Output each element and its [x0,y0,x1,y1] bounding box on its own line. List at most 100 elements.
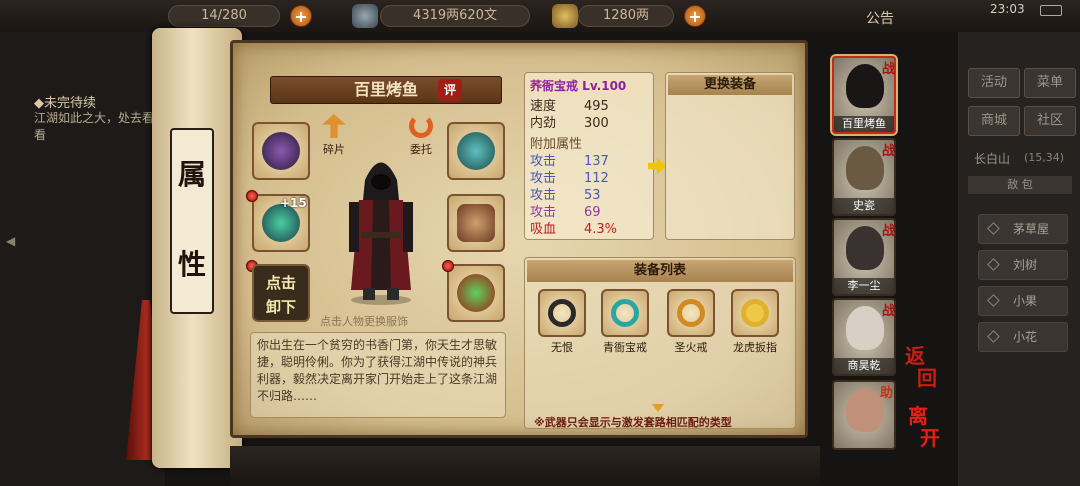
npc-list-item[interactable]: 小果 [978,286,1068,316]
unequip-button[interactable]: 点击 卸下 [252,264,310,322]
extra-attr-title: 附加属性 [530,137,583,152]
fire-ring-icon [677,299,705,327]
weapon-type-note: ※武器只会显示与激发套路相匹配的类型 [534,416,732,429]
attribute-scroll-label: 属 性 [170,128,214,314]
stat-key: 速度 [530,99,557,114]
evaluate-button[interactable]: 评 [438,79,462,101]
stamina-counter: 14/280 [168,5,280,27]
stat-value: 53 [584,188,601,203]
npc-name: 小花 [1013,330,1038,344]
location-coords: (15,34) [1024,151,1065,164]
assist-tag: 助 [880,386,894,401]
equipment-item[interactable] [731,289,779,337]
character-name: 百里烤鱼 [270,76,502,104]
equipment-item[interactable] [601,289,649,337]
stat-value: 112 [584,171,609,186]
stat-row: 攻击 69 [530,204,601,221]
change-outfit-hint: 点击人物更换服饰 [320,315,408,328]
leave-button[interactable]: 离 开 [908,405,940,449]
notice-button[interactable]: 公告 [866,8,894,28]
tab-nearby[interactable]: 敌 包 [968,176,1072,194]
return-label-2: 回 [917,366,937,390]
add-gold-button[interactable]: + [684,5,706,27]
equipment-item[interactable] [538,289,586,337]
change-equipment-panel [665,72,795,240]
item-name: 荞衙宝戒 Lv.100 [527,76,651,96]
stat-key: 攻击 [530,154,557,169]
collapse-arrow-icon[interactable]: ◀ [6,234,15,248]
stat-row: 攻击 112 [530,170,609,187]
return-button[interactable]: 返 回 [905,345,937,389]
scroll-label-char-1: 属 [177,158,206,191]
quest-text: 江湖如此之大，处去看看 [34,111,155,142]
weapon-slot[interactable] [252,122,310,180]
avatar [846,226,884,270]
return-label-1: 返 [905,344,925,368]
avatar [846,146,884,190]
npc-list-item[interactable]: 茅草屋 [978,214,1068,244]
silver-icon [352,4,378,28]
equipment-item-name: 青衙宝戒 [603,341,647,354]
hat-slot[interactable] [447,122,505,180]
avatar [846,64,884,108]
community-button[interactable]: 社区 [1024,106,1076,136]
party-member-name: 百里烤鱼 [834,116,894,132]
stat-value: 495 [584,99,609,114]
add-stamina-button[interactable]: + [290,5,312,27]
silver-counter: 4319两620文 [380,5,530,27]
delegate-icon[interactable] [409,114,433,138]
npc-list-item[interactable]: 小花 [978,322,1068,352]
battle-tag: 战 [882,62,896,77]
stat-key: 攻击 [530,171,557,186]
stat-row: 吸血 4.3% [530,221,617,238]
change-equipment-title: 更换装备 [668,75,792,95]
activity-button[interactable]: 活动 [968,68,1020,98]
character-figure[interactable] [335,140,427,305]
unequip-label-1: 点击 [265,274,296,292]
gold-counter: 1280两 [578,5,674,27]
thumb-ring-icon [741,299,769,327]
avatar [846,388,884,432]
diamond-icon [987,330,1000,343]
location-name: 长白山 [974,152,1011,166]
armor-slot[interactable] [447,194,505,252]
unequip-label-2: 卸下 [265,298,296,316]
leave-label-2: 开 [920,426,940,450]
black-ring-icon [548,299,576,327]
accessory-slot[interactable] [447,264,505,322]
stat-value: 300 [584,116,609,131]
stat-row: 内劲 300 [530,115,609,132]
stat-row: 攻击 137 [530,153,609,170]
armor-icon [457,204,495,242]
battle-tag: 战 [882,224,896,239]
party-member-name: 史瓷 [834,198,894,214]
party-member-name: 李一尘 [834,278,894,294]
battle-tag: 战 [882,304,896,319]
stat-value: 4.3% [584,222,618,237]
diamond-icon [987,258,1000,271]
equipment-item[interactable] [667,289,715,337]
leave-label-1: 离 [908,404,928,428]
stat-row: 攻击 53 [530,187,601,204]
quest-title[interactable]: ◆未完待续 [34,92,96,111]
battle-tag: 战 [882,144,896,159]
equipment-item-name: 圣火戒 [674,341,708,354]
stat-key: 内劲 [530,116,557,131]
claw-weapon-icon [262,132,300,170]
diamond-icon [987,294,1000,307]
equipment-item-name: 龙虎扳指 [733,341,777,354]
npc-name: 刘树 [1013,258,1038,272]
stat-value: 137 [584,154,609,169]
equipment-item-name: 无恨 [551,341,573,354]
avatar [846,306,884,350]
notification-dot [442,260,454,272]
menu-button[interactable]: 菜单 [1024,68,1076,98]
stat-key: 攻击 [530,205,557,220]
stat-key: 吸血 [530,222,557,237]
npc-list-item[interactable]: 刘树 [978,250,1068,280]
shop-button[interactable]: 商城 [968,106,1020,136]
enhance-level: +15 [280,196,307,210]
scroll-label-char-2: 性 [177,248,206,281]
equipment-list-title: 装备列表 [527,260,793,282]
stat-value: 69 [584,205,601,220]
